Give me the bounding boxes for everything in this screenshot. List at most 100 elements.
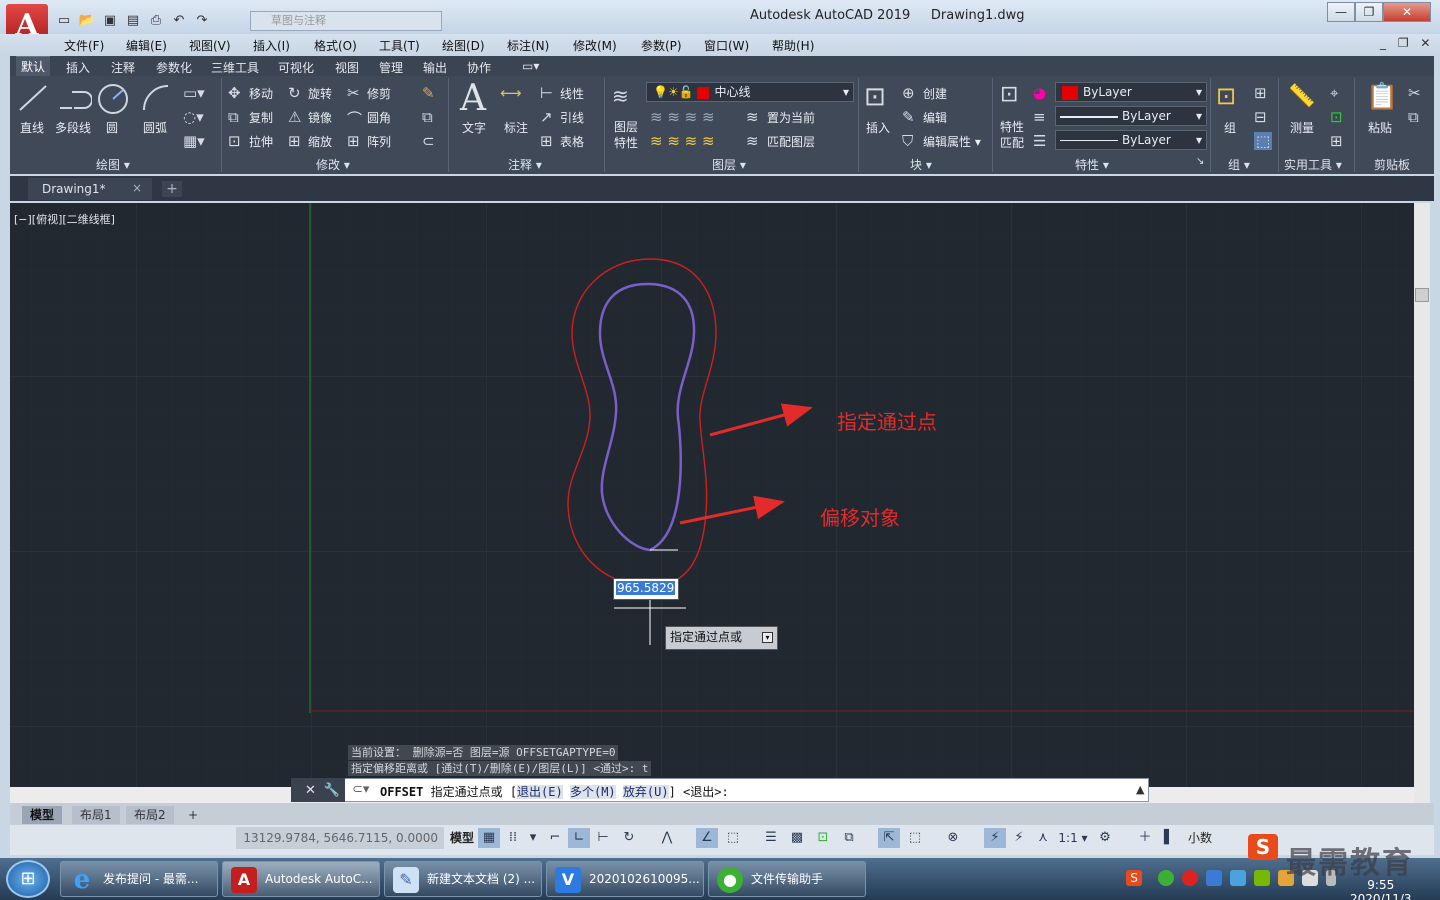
array-label[interactable]: 阵列 xyxy=(367,133,391,150)
selection-filter-icon[interactable]: ⬚ xyxy=(904,828,926,848)
menu-edit[interactable]: 编辑(E) xyxy=(126,37,167,54)
network-tray-icon[interactable] xyxy=(1230,870,1246,886)
ribbon-toggle-icon[interactable]: ▭▾ xyxy=(522,59,539,73)
wechat-tray-icon[interactable] xyxy=(1158,870,1174,886)
customize-wrench-icon[interactable]: 🔧 xyxy=(324,783,340,798)
rectangle-icon[interactable]: ▭▾ xyxy=(183,84,205,102)
annotation-scale-icon[interactable]: ⋏ xyxy=(1032,828,1054,848)
properties-launcher[interactable]: ↘ xyxy=(1196,156,1204,167)
restore-button[interactable]: ❐ xyxy=(1355,2,1383,22)
offset-icon[interactable]: ⊂ xyxy=(422,132,435,150)
taskbar-item-notepad[interactable]: ✎ 新建文本文档 (2) ... xyxy=(384,861,542,897)
calculator-icon[interactable]: ⊞ xyxy=(1330,132,1343,150)
panel-clipboard-title[interactable]: 剪贴板 xyxy=(1374,156,1410,173)
lineweight-dropdown[interactable]: ByLayer ▾ xyxy=(1055,106,1207,126)
dimension-icon[interactable]: ⟷ xyxy=(500,84,522,102)
weibo-tray-icon[interactable] xyxy=(1182,870,1198,886)
group-label[interactable]: 组 xyxy=(1224,119,1236,136)
option-undo[interactable]: 放弃(U) xyxy=(622,785,669,799)
rotate-label[interactable]: 旋转 xyxy=(308,85,332,102)
tab-layout2[interactable]: 布局2 xyxy=(126,806,174,824)
command-prompt-icon[interactable]: ⊂▾ xyxy=(352,782,369,797)
tab-layout1[interactable]: 布局1 xyxy=(72,806,120,824)
layer-properties-icon[interactable]: ≋ xyxy=(612,84,629,108)
auto-scale-icon[interactable]: ⚡ xyxy=(1008,828,1030,848)
infer-constraints-icon[interactable]: ⌐ xyxy=(544,828,566,848)
match-properties-label[interactable]: 特性匹配 xyxy=(1000,119,1026,151)
tab-model[interactable]: 模型 xyxy=(22,806,63,824)
match-layer-icon[interactable]: ≋ xyxy=(746,132,759,150)
option-multiple[interactable]: 多个(M) xyxy=(569,785,616,799)
object-snap-icon[interactable]: ⬚ xyxy=(722,828,744,848)
line-label[interactable]: 直线 xyxy=(20,119,44,136)
cut-icon[interactable]: ✂ xyxy=(1408,84,1421,102)
text-label[interactable]: 文字 xyxy=(462,119,486,136)
tab-collaborate[interactable]: 协作 xyxy=(467,59,491,76)
menu-window[interactable]: 窗口(W) xyxy=(704,37,749,54)
close-command-icon[interactable]: ✕ xyxy=(305,783,316,798)
start-button[interactable]: ⊞ xyxy=(6,860,50,898)
rotate-icon[interactable]: ↻ xyxy=(288,84,301,102)
set-current-label[interactable]: 置为当前 xyxy=(767,109,815,126)
panel-utilities-title[interactable]: 实用工具 ▾ xyxy=(1284,156,1342,173)
viewport-controls[interactable]: [−][俯视][二维线框] xyxy=(14,211,115,227)
panel-draw-title[interactable]: 绘图 ▾ xyxy=(96,156,130,173)
color-wheel-icon[interactable]: ◕ xyxy=(1033,84,1046,102)
polar-icon[interactable]: ↻ xyxy=(618,828,640,848)
match-properties-icon[interactable]: ⊡ xyxy=(1000,82,1018,107)
tab-annotate[interactable]: 注释 xyxy=(111,59,135,76)
match-layer-label[interactable]: 匹配图层 xyxy=(767,133,815,150)
taskbar-item-wechat[interactable]: ● 文件传输助手 xyxy=(708,861,866,897)
circle-label[interactable]: 圆 xyxy=(106,119,118,136)
command-input[interactable]: OFFSET 指定通过点或 [退出(E) 多个(M) 放弃(U)] <退出>: xyxy=(380,783,729,800)
panel-annotation-title[interactable]: 注释 ▾ xyxy=(508,156,542,173)
move-icon[interactable]: ✥ xyxy=(228,84,241,102)
linetype-icon[interactable]: ☰ xyxy=(1033,132,1046,150)
move-label[interactable]: 移动 xyxy=(249,85,273,102)
erase-icon[interactable]: ✎ xyxy=(422,84,435,102)
menu-dimension[interactable]: 标注(N) xyxy=(507,37,549,54)
measure-label[interactable]: 测量 xyxy=(1290,119,1314,136)
chevron-down-icon[interactable]: ▾ xyxy=(526,828,540,848)
leader-label[interactable]: 引线 xyxy=(560,109,584,126)
layer-states-icon[interactable]: ≋ ≋ ≋ ≋ xyxy=(650,132,715,150)
edit-block-icon[interactable]: ✎ xyxy=(902,108,915,126)
tab-manage[interactable]: 管理 xyxy=(379,59,403,76)
linear-label[interactable]: 线性 xyxy=(560,85,584,102)
mdi-window-controls[interactable]: _ ❐ ✕ xyxy=(1380,36,1434,50)
group-edit-icon[interactable]: ⊟ xyxy=(1254,108,1267,126)
dynamic-prompt[interactable]: 指定通过点或 ▾ xyxy=(665,626,778,650)
linetype-dropdown[interactable]: ByLayer ▾ xyxy=(1055,130,1207,150)
gradient-icon[interactable]: ▦▾ xyxy=(183,132,205,150)
minimize-button[interactable]: — xyxy=(1327,2,1355,22)
lineweight-display-icon[interactable]: ☰ xyxy=(760,828,782,848)
isodraft-icon[interactable]: ⋀ xyxy=(656,828,678,848)
dimension-label[interactable]: 标注 xyxy=(504,119,528,136)
coordinates-display[interactable]: 13129.9784, 5646.7115, 0.0000 xyxy=(236,827,444,849)
grid-icon[interactable]: ▦ xyxy=(478,828,500,848)
menu-tools[interactable]: 工具(T) xyxy=(379,37,420,54)
units-icon[interactable]: ▌ xyxy=(1162,828,1176,848)
arc-label[interactable]: 圆弧 xyxy=(143,119,167,136)
snap-icon[interactable]: ⁞⁞ xyxy=(502,828,524,848)
dynamic-input-value[interactable]: 965.5829 xyxy=(616,581,676,595)
layer-properties-label[interactable]: 图层特性 xyxy=(614,119,640,151)
units-value[interactable]: 小数 xyxy=(1180,828,1220,848)
menu-format[interactable]: 格式(O) xyxy=(314,37,357,54)
dynamic-input-icon[interactable]: ⊢ xyxy=(592,828,614,848)
mirror-label[interactable]: 镜像 xyxy=(308,109,332,126)
hatch-icon[interactable]: ◌▾ xyxy=(183,108,204,126)
text-icon[interactable]: A xyxy=(460,78,486,119)
close-tab-icon[interactable]: × xyxy=(132,181,142,195)
create-label[interactable]: 创建 xyxy=(923,85,947,102)
new-tab-button[interactable]: + xyxy=(162,181,182,197)
trim-icon[interactable]: ✂ xyxy=(347,84,360,102)
3d-osnap-icon[interactable]: ⧉ xyxy=(838,828,860,848)
ortho-icon[interactable]: ∟ xyxy=(568,828,590,848)
stretch-icon[interactable]: ⊡ xyxy=(228,132,241,150)
model-space-button[interactable]: 模型 xyxy=(448,828,476,848)
workspace-select[interactable]: 草图与注释 xyxy=(250,11,442,31)
dropdown-arrow-icon[interactable]: ▾ xyxy=(762,632,773,643)
ungroup-icon[interactable]: ⊞ xyxy=(1254,84,1267,102)
command-history-toggle-icon[interactable]: ▲ xyxy=(1136,783,1144,796)
